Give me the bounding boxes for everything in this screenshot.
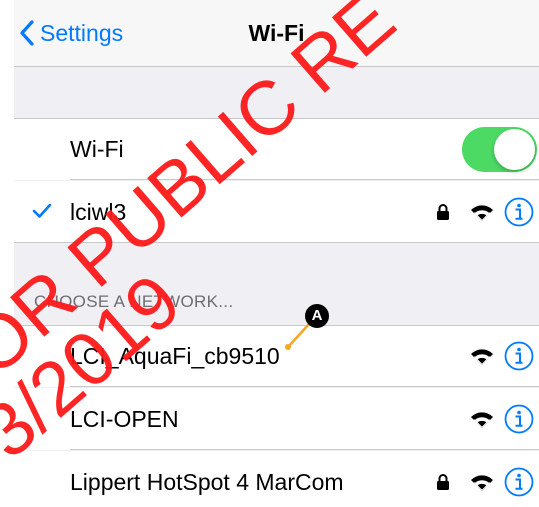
network-name: LCI-OPEN [70, 406, 179, 432]
wifi-toggle-label: Wi-Fi [70, 136, 124, 162]
lock-icon [437, 204, 449, 220]
network-row[interactable]: LCI-OPEN [14, 388, 539, 450]
info-icon[interactable] [504, 467, 534, 497]
wifi-settings-screen: Settings Wi-Fi Wi-Fi lciwl3 CHOOSE A NET… [14, 0, 539, 507]
wifi-toggle-switch[interactable] [462, 127, 537, 172]
wifi-icon [471, 205, 493, 221]
network-name: Lippert HotSpot 4 MarCom [70, 469, 344, 495]
wifi-icon [471, 475, 493, 491]
checkmark-icon [32, 203, 52, 218]
wifi-icon [471, 412, 493, 428]
wifi-icon [471, 349, 493, 365]
connected-network-name: lciwl3 [70, 199, 127, 225]
connected-network-row[interactable]: lciwl3 [14, 181, 539, 243]
toggle-knob [494, 129, 535, 170]
network-row[interactable]: Lippert HotSpot 4 MarCom [14, 451, 539, 507]
info-icon[interactable] [504, 341, 534, 371]
page-title: Wi-Fi [248, 20, 305, 46]
info-icon[interactable] [504, 197, 534, 227]
network-name: LCI_AquaFi_cb9510 [70, 343, 280, 369]
info-icon[interactable] [504, 404, 534, 434]
annotation-badge: A [305, 304, 329, 328]
network-row[interactable]: LCI_AquaFi_cb9510 [14, 325, 539, 387]
lock-icon [437, 474, 449, 490]
wifi-toggle-row: Wi-Fi [14, 118, 539, 180]
navigation-bar: Settings Wi-Fi [14, 0, 539, 67]
section-header: CHOOSE A NETWORK... [34, 292, 234, 311]
